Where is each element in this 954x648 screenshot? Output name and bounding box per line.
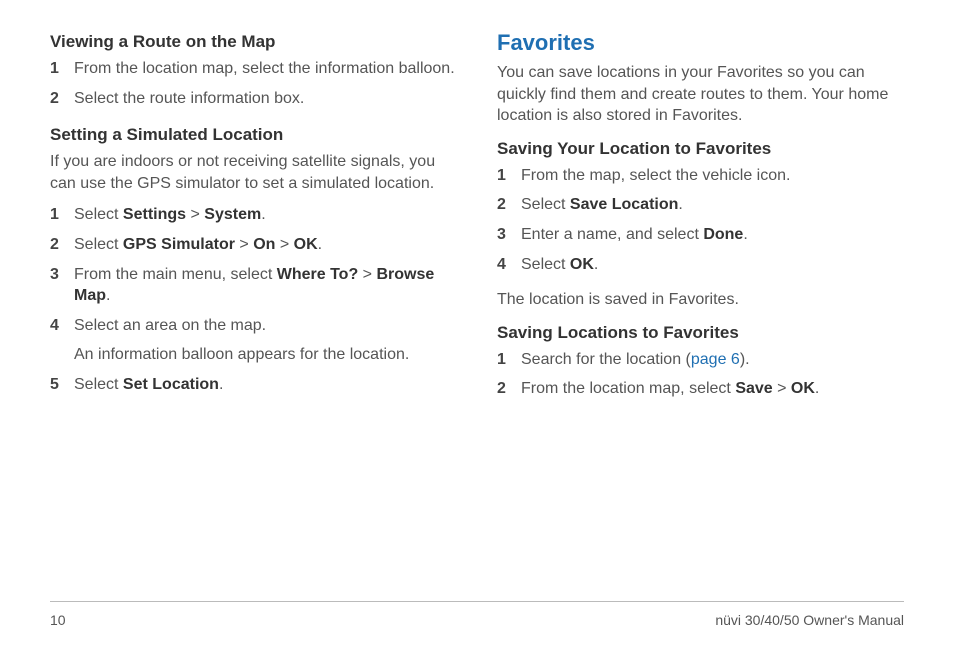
item-body: Select an area on the map. An information… bbox=[74, 315, 457, 366]
list-save-locations: 1 Search for the location (page 6). 2 From … bbox=[497, 349, 904, 400]
heading-save-locations: Saving Locations to Favorites bbox=[497, 323, 904, 343]
item-number: 2 bbox=[50, 88, 64, 110]
list-item: 4 Select an area on the map. An informatio… bbox=[50, 315, 457, 366]
list-item: 5 Select Set Location. bbox=[50, 374, 457, 396]
item-text: From the map, select the vehicle icon. bbox=[521, 165, 904, 187]
list-item: 1 From the location map, select the infor… bbox=[50, 58, 457, 80]
item-text: Select OK. bbox=[521, 254, 904, 276]
page-link[interactable]: page 6 bbox=[691, 351, 740, 368]
item-text: Enter a name, and select Done. bbox=[521, 224, 904, 246]
item-text: From the location map, select the inform… bbox=[74, 58, 457, 80]
list-item: 2 Select Save Location. bbox=[497, 194, 904, 216]
list-item: 3 Enter a name, and select Done. bbox=[497, 224, 904, 246]
item-body: Select Save Location. bbox=[521, 194, 904, 216]
list-item: 2 Select the route information box. bbox=[50, 88, 457, 110]
item-number: 1 bbox=[497, 165, 511, 187]
item-body: Enter a name, and select Done. bbox=[521, 224, 904, 246]
item-number: 2 bbox=[497, 378, 511, 400]
item-text: Select Settings > System. bbox=[74, 204, 457, 226]
item-number: 1 bbox=[50, 204, 64, 226]
item-text: Select Set Location. bbox=[74, 374, 457, 396]
right-column: Favorites You can save locations in your… bbox=[497, 30, 904, 601]
item-body: From the main menu, select Where To? > B… bbox=[74, 264, 457, 307]
item-text: Select the route information box. bbox=[74, 88, 457, 110]
item-text: From the location map, select Save > OK. bbox=[521, 378, 904, 400]
item-body: From the location map, select the inform… bbox=[74, 58, 457, 80]
page-number: 10 bbox=[50, 612, 66, 628]
item-number: 1 bbox=[497, 349, 511, 371]
page: Viewing a Route on the Map 1 From the loc… bbox=[0, 0, 954, 648]
item-text: Select GPS Simulator > On > OK. bbox=[74, 234, 457, 256]
content-area: Viewing a Route on the Map 1 From the loc… bbox=[50, 30, 904, 601]
item-number: 1 bbox=[50, 58, 64, 80]
list-item: 1 Search for the location (page 6). bbox=[497, 349, 904, 371]
list-item: 4 Select OK. bbox=[497, 254, 904, 276]
outro-save-your-location: The location is saved in Favorites. bbox=[497, 289, 904, 311]
heading-viewing-route: Viewing a Route on the Map bbox=[50, 32, 457, 52]
item-body: From the location map, select Save > OK. bbox=[521, 378, 904, 400]
item-body: Select Settings > System. bbox=[74, 204, 457, 226]
list-item: 2 From the location map, select Save > OK… bbox=[497, 378, 904, 400]
heading-simulated-location: Setting a Simulated Location bbox=[50, 125, 457, 145]
item-number: 2 bbox=[50, 234, 64, 256]
list-item: 3From the main menu, select Where To? > … bbox=[50, 264, 457, 307]
item-number: 4 bbox=[50, 315, 64, 366]
item-number: 3 bbox=[50, 264, 64, 307]
document-title: nüvi 30/40/50 Owner's Manual bbox=[715, 612, 904, 628]
intro-simulated-location: If you are indoors or not receiving sate… bbox=[50, 151, 457, 194]
footer: 10 nüvi 30/40/50 Owner's Manual bbox=[50, 601, 904, 628]
item-body: From the map, select the vehicle icon. bbox=[521, 165, 904, 187]
item-body: Select Set Location. bbox=[74, 374, 457, 396]
item-text: Select an area on the map. bbox=[74, 315, 457, 337]
list-simulated-location: 1 Select Settings > System. 2 Select GPS Si… bbox=[50, 204, 457, 395]
intro-favorites: You can save locations in your Favorites… bbox=[497, 62, 904, 127]
item-subtext: An information balloon appears for the l… bbox=[74, 344, 457, 366]
item-body: Search for the location (page 6). bbox=[521, 349, 904, 371]
item-text: Search for the location (page 6). bbox=[521, 349, 904, 371]
item-body: Select the route information box. bbox=[74, 88, 457, 110]
heading-favorites: Favorites bbox=[497, 30, 904, 56]
item-body: Select OK. bbox=[521, 254, 904, 276]
list-viewing-route: 1 From the location map, select the infor… bbox=[50, 58, 457, 109]
list-item: 1 Select Settings > System. bbox=[50, 204, 457, 226]
item-number: 3 bbox=[497, 224, 511, 246]
list-item: 2 Select GPS Simulator > On > OK. bbox=[50, 234, 457, 256]
item-text: Select Save Location. bbox=[521, 194, 904, 216]
item-number: 4 bbox=[497, 254, 511, 276]
list-save-your-location: 1 From the map, select the vehicle icon. 2… bbox=[497, 165, 904, 275]
item-number: 5 bbox=[50, 374, 64, 396]
heading-save-your-location: Saving Your Location to Favorites bbox=[497, 139, 904, 159]
item-body: Select GPS Simulator > On > OK. bbox=[74, 234, 457, 256]
item-text: From the main menu, select Where To? > B… bbox=[74, 264, 457, 307]
item-number: 2 bbox=[497, 194, 511, 216]
list-item: 1 From the map, select the vehicle icon. bbox=[497, 165, 904, 187]
left-column: Viewing a Route on the Map 1 From the loc… bbox=[50, 30, 457, 601]
